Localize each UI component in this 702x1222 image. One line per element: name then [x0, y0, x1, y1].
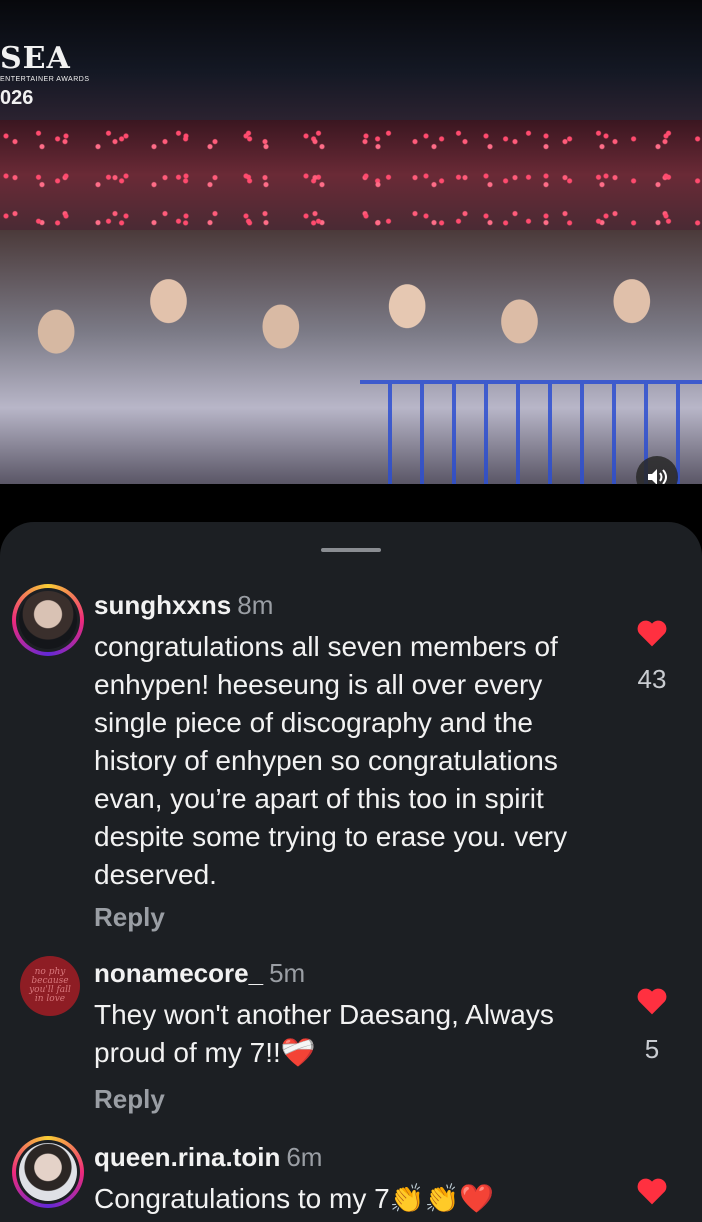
event-logo: SEA ENTERTAINER AWARDS 026: [0, 44, 90, 110]
like-count: 5: [644, 1034, 660, 1064]
logo-year: 026: [0, 87, 34, 109]
comment-time: 8m: [237, 590, 274, 620]
speaker-icon: [648, 469, 667, 484]
comment-text: They won't another Daesang, Always proud…: [94, 999, 554, 1068]
reply-button[interactable]: Reply: [94, 1084, 165, 1115]
comments-sheet: sunghxxns 8m congratulations all seven me…: [0, 522, 702, 1222]
heart-icon[interactable]: [636, 986, 668, 1016]
comment-username[interactable]: sunghxxns 8m: [94, 590, 273, 621]
comment-text: Congratulations to my 7👏👏❤️: [94, 1183, 495, 1214]
video-player[interactable]: SEA ENTERTAINER AWARDS 026: [0, 0, 702, 484]
comment-username[interactable]: nonamecore_ 5m: [94, 958, 305, 989]
comment-username[interactable]: queen.rina.toin 6m: [94, 1142, 322, 1173]
avatar: [19, 591, 77, 649]
heart-icon[interactable]: [636, 1176, 668, 1206]
avatar-story-ring[interactable]: [12, 584, 84, 656]
stadium-stands: [0, 120, 702, 230]
comment-time: 6m: [286, 1142, 323, 1172]
avatar-text: no phy because you'll fall in love: [29, 967, 71, 1004]
avatar[interactable]: no phy because you'll fall in love: [20, 956, 80, 1016]
reply-button[interactable]: Reply: [94, 902, 165, 933]
comment-text: congratulations all seven members of enh…: [94, 631, 568, 890]
heart-icon[interactable]: [636, 618, 668, 648]
avatar-story-ring[interactable]: [12, 1136, 84, 1208]
logo-mark: SEA: [0, 41, 71, 76]
avatar: [19, 1143, 77, 1201]
comment-time: 5m: [269, 958, 306, 988]
stadium-roof: [0, 0, 702, 120]
logo-subtitle: ENTERTAINER AWARDS: [0, 76, 90, 83]
drag-handle[interactable]: [321, 548, 381, 552]
like-count: 43: [637, 664, 667, 694]
